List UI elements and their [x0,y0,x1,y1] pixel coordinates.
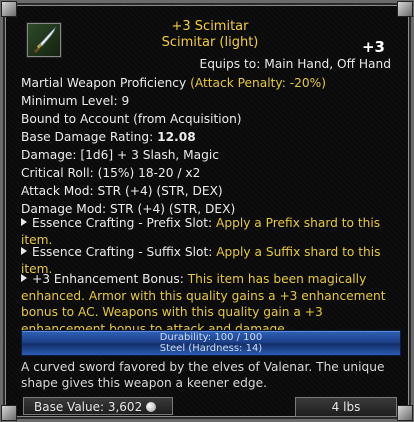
bullet-icon [21,218,27,226]
attack-mod: Attack Mod: STR (+4) (STR, DEX) [21,184,223,198]
frame-corner [1,1,17,17]
critical-roll: Critical Roll: (15%) 18-20 / x2 [21,166,201,180]
equips-to: Equips to: Main Hand, Off Hand [199,57,392,71]
suffix-slot-name: Essence Crafting - Suffix Slot: [32,245,217,259]
attack-penalty: (Attack Penalty: -20%) [190,76,326,90]
enhancement-level: +3 [361,38,385,56]
damage-line: Damage: [1d6] + 3 Slash, Magic [21,148,219,162]
durability-bar: Durability: 100 / 100 Steel (Hardness: 1… [21,330,401,356]
item-description: A curved sword favored by the elves of V… [21,360,385,390]
prefix-slot-name: Essence Crafting - Prefix Slot: [32,216,217,230]
tooltip-footer: Base Value: 3,602 4 lbs [15,397,405,417]
base-damage-value: 12.08 [157,130,196,144]
proficiency-label: Martial Weapon Proficiency [21,76,191,90]
frame-corner [397,1,413,17]
minimum-level: Minimum Level: 9 [21,94,130,108]
material-hardness: Steel (Hardness: 14) [159,343,263,354]
bullet-icon [21,274,27,282]
item-subtitle: Scimitar (light) [161,35,259,50]
item-name: +3 Scimitar [171,19,249,34]
damage-mod: Damage Mod: STR (+4) (STR, DEX) [21,202,236,216]
item-tooltip: +3 Scimitar Scimitar (light) +3 Equips t… [0,0,414,422]
proficiency-line: Martial Weapon Proficiency (Attack Penal… [21,76,326,90]
base-damage-label: Base Damage Rating: [21,130,158,144]
enhancement-bonus: +3 Enhancement Bonus: This item has been… [21,271,401,337]
base-value: Base Value: 3,602 [34,400,143,414]
base-damage-line: Base Damage Rating: 12.08 [21,130,196,144]
bound-status: Bound to Account (from Acquisition) [21,112,242,126]
weight-box: 4 lbs [295,397,397,417]
bullet-icon [21,247,27,255]
base-value-box: Base Value: 3,602 [23,397,173,415]
durability-value: Durability: 100 / 100 [159,332,263,343]
platinum-coin-icon [146,402,157,412]
enhancement-bonus-name: +3 Enhancement Bonus: [32,272,188,286]
item-weight: 4 lbs [331,400,361,414]
